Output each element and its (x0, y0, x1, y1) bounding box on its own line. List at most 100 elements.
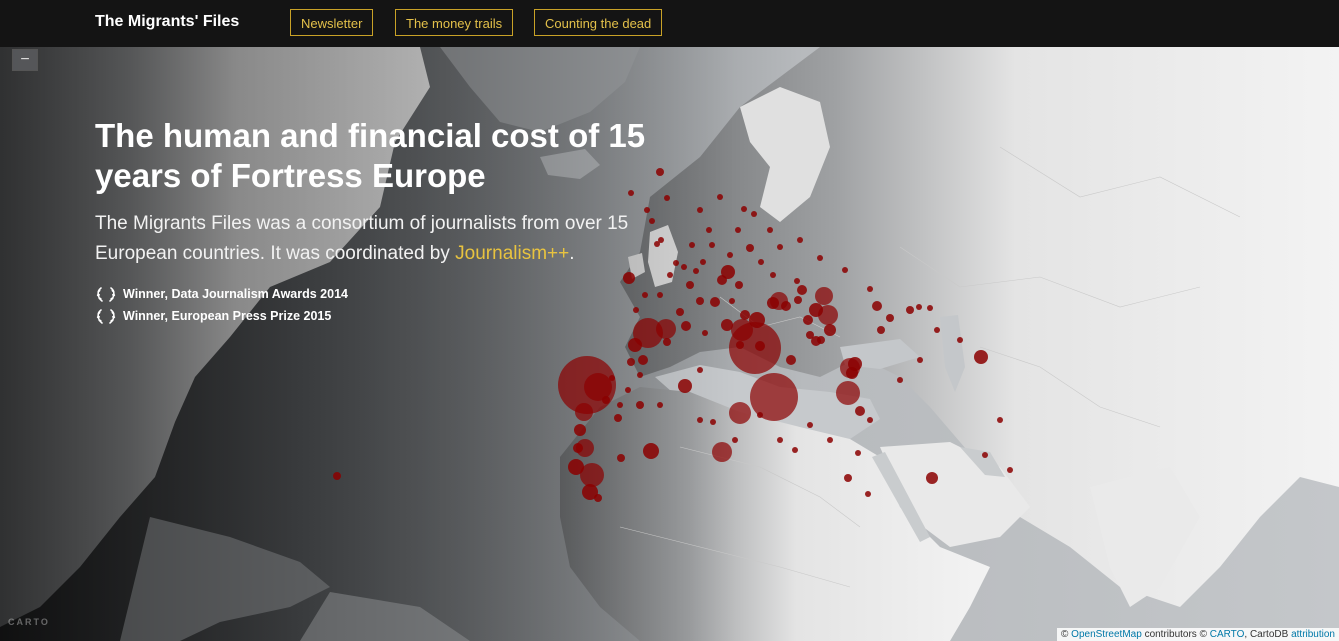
incident-marker[interactable] (333, 472, 341, 480)
incident-marker[interactable] (797, 285, 807, 295)
incident-marker[interactable] (602, 396, 610, 404)
incident-marker[interactable] (676, 308, 684, 316)
incident-marker[interactable] (693, 268, 699, 274)
incident-marker[interactable] (712, 442, 732, 462)
incident-marker[interactable] (667, 272, 673, 278)
incident-marker[interactable] (767, 227, 773, 233)
incident-marker[interactable] (735, 227, 741, 233)
incident-marker[interactable] (697, 417, 703, 423)
journalism-plus-plus-link[interactable]: Journalism++ (455, 243, 569, 264)
incident-marker[interactable] (656, 319, 676, 339)
incident-marker[interactable] (848, 357, 862, 371)
osm-link[interactable]: OpenStreetMap (1071, 629, 1142, 640)
incident-marker[interactable] (811, 336, 821, 346)
nav-newsletter-button[interactable]: Newsletter (290, 9, 374, 36)
incident-marker[interactable] (643, 443, 659, 459)
incident-marker[interactable] (746, 244, 754, 252)
incident-marker[interactable] (797, 237, 803, 243)
incident-marker[interactable] (757, 412, 763, 418)
incident-marker[interactable] (781, 301, 791, 311)
incident-marker[interactable] (777, 244, 783, 250)
incident-marker[interactable] (735, 281, 743, 289)
incident-marker[interactable] (614, 414, 622, 422)
nav-counting-dead-button[interactable]: Counting the dead (534, 9, 663, 36)
incident-marker[interactable] (824, 324, 836, 336)
incident-marker[interactable] (817, 255, 823, 261)
incident-marker[interactable] (751, 211, 757, 217)
incident-marker[interactable] (628, 338, 642, 352)
incident-marker[interactable] (697, 367, 703, 373)
incident-marker[interactable] (696, 297, 704, 305)
incident-marker[interactable] (934, 327, 940, 333)
carto-link[interactable]: CARTO (1210, 629, 1245, 640)
incident-marker[interactable] (673, 260, 679, 266)
attribution-link[interactable]: attribution (1291, 629, 1335, 640)
incident-marker[interactable] (855, 450, 861, 456)
incident-marker[interactable] (637, 372, 643, 378)
incident-marker[interactable] (721, 265, 735, 279)
incident-marker[interactable] (794, 278, 800, 284)
site-brand[interactable]: The Migrants' Files (95, 13, 239, 31)
incident-marker[interactable] (982, 452, 988, 458)
incident-marker[interactable] (927, 305, 933, 311)
incident-marker[interactable] (697, 207, 703, 213)
incident-marker[interactable] (729, 402, 751, 424)
incident-marker[interactable] (594, 494, 602, 502)
incident-marker[interactable] (681, 264, 687, 270)
incident-marker[interactable] (809, 303, 823, 317)
incident-marker[interactable] (877, 326, 885, 334)
incident-marker[interactable] (815, 287, 833, 305)
incident-marker[interactable] (842, 267, 848, 273)
incident-marker[interactable] (638, 355, 648, 365)
incident-marker[interactable] (926, 472, 938, 484)
incident-marker[interactable] (625, 387, 631, 393)
incident-marker[interactable] (732, 437, 738, 443)
incident-marker[interactable] (710, 297, 720, 307)
incident-marker[interactable] (855, 406, 865, 416)
incident-marker[interactable] (997, 417, 1003, 423)
incident-marker[interactable] (770, 272, 776, 278)
incident-marker[interactable] (664, 195, 670, 201)
incident-marker[interactable] (706, 227, 712, 233)
incident-marker[interactable] (974, 350, 988, 364)
incident-marker[interactable] (807, 422, 813, 428)
incident-marker[interactable] (755, 341, 765, 351)
incident-marker[interactable] (700, 259, 706, 265)
incident-marker[interactable] (657, 292, 663, 298)
incident-marker[interactable] (740, 310, 750, 320)
incident-marker[interactable] (749, 312, 765, 328)
incident-marker[interactable] (867, 286, 873, 292)
incident-marker[interactable] (916, 304, 922, 310)
incident-marker[interactable] (1007, 467, 1013, 473)
incident-marker[interactable] (681, 321, 691, 331)
incident-marker[interactable] (906, 306, 914, 314)
incident-marker[interactable] (702, 330, 708, 336)
nav-money-trails-button[interactable]: The money trails (395, 9, 514, 36)
incident-marker[interactable] (844, 474, 852, 482)
incident-marker[interactable] (574, 424, 586, 436)
incident-marker[interactable] (786, 355, 796, 365)
incident-marker[interactable] (727, 252, 733, 258)
incident-marker[interactable] (686, 281, 694, 289)
incident-marker[interactable] (689, 242, 695, 248)
incident-marker[interactable] (627, 358, 635, 366)
incident-marker[interactable] (576, 439, 594, 457)
incident-marker[interactable] (917, 357, 923, 363)
incident-marker[interactable] (827, 437, 833, 443)
incident-marker[interactable] (957, 337, 963, 343)
incident-marker[interactable] (709, 242, 715, 248)
incident-marker[interactable] (717, 194, 723, 200)
incident-marker[interactable] (750, 373, 798, 421)
incident-marker[interactable] (617, 402, 623, 408)
incident-marker[interactable] (897, 377, 903, 383)
incident-marker[interactable] (609, 375, 615, 381)
incident-marker[interactable] (721, 319, 733, 331)
incident-marker[interactable] (792, 447, 798, 453)
incident-marker[interactable] (678, 379, 692, 393)
incident-marker[interactable] (758, 259, 764, 265)
incident-marker[interactable] (803, 315, 813, 325)
incident-marker[interactable] (580, 463, 604, 487)
incident-marker[interactable] (710, 419, 716, 425)
incident-marker[interactable] (656, 168, 664, 176)
zoom-out-button[interactable]: − (12, 49, 38, 71)
